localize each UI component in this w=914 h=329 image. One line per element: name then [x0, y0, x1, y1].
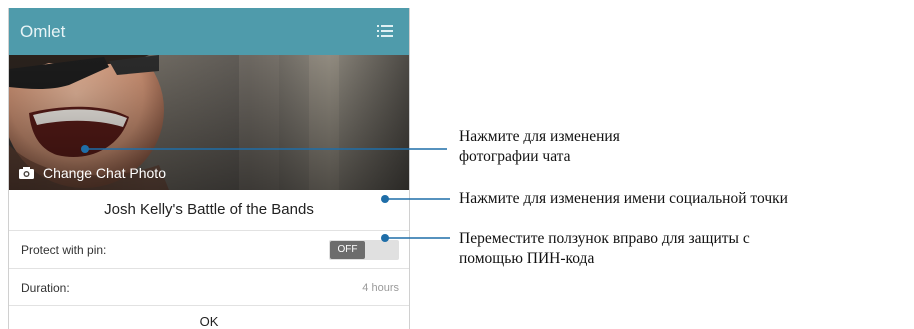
- chat-name[interactable]: Josh Kelly's Battle of the Bands: [9, 201, 409, 218]
- omlet-app-screen: Omlet Change Chat Photo Josh Kelly's Bat…: [8, 8, 410, 329]
- pin-toggle-state: OFF: [330, 241, 365, 259]
- duration-value[interactable]: 4 hours: [362, 282, 399, 294]
- name-callout-text: Нажмите для изменения имени социальной т…: [459, 190, 788, 207]
- pin-callout-line2: помощью ПИН-кода: [459, 250, 595, 267]
- photo-callout-line2: фотографии чата: [459, 148, 571, 165]
- pin-toggle[interactable]: OFF: [329, 240, 399, 260]
- chat-name-row[interactable]: Josh Kelly's Battle of the Bands: [9, 190, 409, 231]
- list-menu-icon[interactable]: [377, 24, 393, 38]
- ok-button-label: OK: [199, 314, 219, 329]
- duration-label: Duration:: [21, 281, 70, 295]
- app-bar: Omlet: [9, 8, 409, 55]
- protect-with-pin-label: Protect with pin:: [21, 243, 107, 257]
- change-chat-photo-button[interactable]: Change Chat Photo: [19, 165, 166, 181]
- ok-button[interactable]: OK: [9, 306, 409, 329]
- pin-callout-text: Переместите ползунок вправо для защиты с…: [459, 229, 750, 269]
- photo-callout-text: Нажмите для изменения фотографии чата: [459, 127, 620, 167]
- protect-with-pin-row: Protect with pin: OFF: [9, 231, 409, 269]
- duration-row[interactable]: Duration: 4 hours: [9, 269, 409, 306]
- app-title: Omlet: [20, 22, 66, 41]
- change-chat-photo-label: Change Chat Photo: [43, 165, 166, 181]
- pin-callout-line1: Переместите ползунок вправо для защиты с: [459, 230, 750, 247]
- chat-photo[interactable]: Change Chat Photo: [9, 55, 409, 190]
- camera-icon: [19, 167, 34, 179]
- photo-callout-line1: Нажмите для изменения: [459, 128, 620, 145]
